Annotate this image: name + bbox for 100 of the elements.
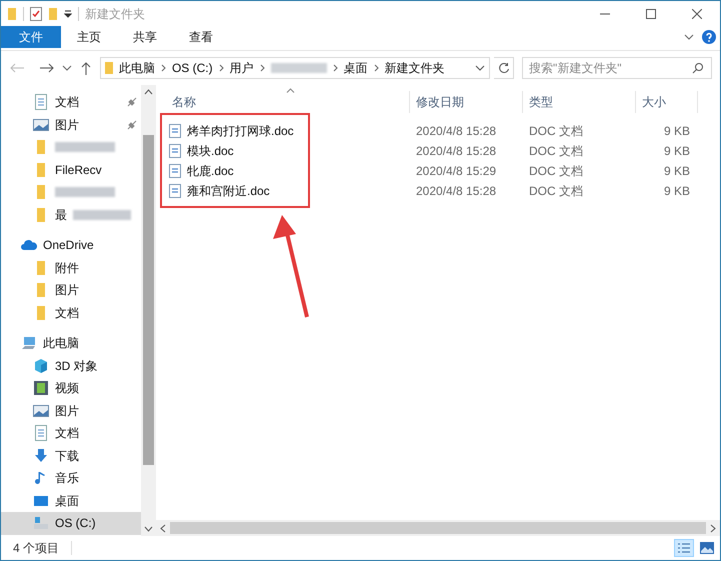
pin-icon[interactable] [127,120,137,130]
file-size: 9 KB [664,124,690,138]
ribbon-tab[interactable]: 文件 [1,26,61,48]
download-arrow-icon [33,448,49,464]
sidebar-label: 图片 [55,116,79,134]
dropdown-icon[interactable] [475,65,486,71]
address-bar[interactable]: 此电脑 OS (C:) 用户 桌面 新建文件夹 [100,57,490,79]
sidebar-label: FileRecv [55,162,102,179]
redacted-label [55,142,115,152]
sidebar-item[interactable]: FileRecv [1,158,141,181]
cube-icon [33,358,49,374]
sidebar-item[interactable]: 下载 [1,444,141,467]
document-icon [169,184,181,198]
computer-icon [21,335,37,352]
vertical-scrollbar[interactable] [141,85,156,536]
file-type: DOC 文档 [529,144,583,158]
help-icon[interactable] [702,30,716,44]
sidebar-item[interactable]: 文档 [1,302,141,324]
document-icon [169,124,181,138]
file-name[interactable]: 烤羊肉打打网球.doc [187,122,294,140]
sidebar-item[interactable]: 文档 [1,422,141,444]
sidebar-label: 桌面 [55,492,79,510]
sidebar-item[interactable]: 音乐 [1,467,141,490]
folder-icon [104,61,113,75]
file-size: 9 KB [664,144,690,158]
redacted-label [55,187,115,198]
search-field[interactable]: 搜索"新建文件夹" [522,57,712,79]
thumbnail-view-icon[interactable] [700,542,714,554]
dropdown-icon[interactable] [64,10,72,18]
document-icon [169,164,181,178]
chevron-icon [374,64,379,72]
maximize-icon [646,8,656,18]
file-size: 9 KB [664,164,690,178]
file-size: 9 KB [664,184,690,198]
chevron-icon [332,64,338,72]
sidebar-label: 音乐 [55,470,79,488]
expand-ribbon-icon[interactable] [684,34,694,40]
file-name[interactable]: 模块.doc [187,142,234,160]
document-icon [169,144,181,158]
column-header[interactable]: 类型 [523,91,636,113]
sidebar-item[interactable]: 此电脑 [1,332,141,354]
file-date: 2020/4/8 15:28 [416,124,496,138]
column-header[interactable]: 大小 [636,91,698,113]
status-text: 4 个项目 [13,540,60,557]
pin-icon[interactable] [127,97,137,108]
chevron-icon [160,64,166,72]
sidebar-label: 文档 [55,94,79,112]
file-name[interactable]: 牝鹿.doc [187,162,234,180]
up-icon[interactable] [80,61,92,75]
sidebar-label: OS (C:) [55,515,96,532]
sidebar-item[interactable]: 文档 [1,91,141,114]
ribbon-tab[interactable]: 共享 [117,26,173,48]
refresh-icon [498,62,510,74]
properties-icon[interactable] [30,6,42,20]
redacted-label [73,210,131,220]
horizontal-scrollbar[interactable] [156,520,720,536]
sidebar-item[interactable]: OS (C:) [1,512,141,534]
breadcrumb-item[interactable]: 用户 [230,59,254,77]
search-icon[interactable] [692,62,704,74]
window-title: 新建文件夹 [85,6,145,22]
column-header[interactable]: 名称 [166,91,410,113]
breadcrumb-item[interactable]: 此电脑 [118,59,155,77]
sidebar-item[interactable]: OneDrive [1,234,141,256]
recent-dropdown-icon[interactable] [62,65,72,71]
breadcrumb-item[interactable]: 桌面 [344,59,368,77]
column-header[interactable]: 修改日期 [410,91,523,113]
sidebar-item[interactable]: 图片 [1,400,141,422]
refresh-button[interactable] [494,57,514,79]
picture-icon [33,116,49,133]
sidebar-label: OneDrive [43,237,94,254]
close-icon [692,8,702,18]
sidebar-label: 文档 [55,304,79,322]
sidebar-item[interactable]: 图片 [1,114,141,136]
sidebar-label: 视频 [55,380,79,398]
sidebar-label: 附件 [55,260,79,277]
file-date: 2020/4/8 15:28 [416,144,496,158]
document-icon [33,94,49,110]
file-name[interactable]: 雍和宫附近.doc [187,182,270,200]
breadcrumb-item[interactable]: OS (C:) [172,59,213,77]
film-icon [33,380,49,396]
picture-icon [33,402,49,419]
sidebar-item[interactable]: 图片 [1,279,141,302]
scroll-left-icon[interactable] [160,524,166,532]
scroll-right-icon[interactable] [710,524,716,532]
sidebar-label: 3D 对象 [55,358,98,375]
file-date: 2020/4/8 15:28 [416,184,496,198]
sidebar-item[interactable]: 附件 [1,256,141,279]
scroll-down-icon[interactable] [144,526,153,532]
details-view-button[interactable] [674,539,694,557]
forward-icon[interactable] [38,62,54,74]
sidebar-item[interactable]: 3D 对象 [1,354,141,377]
breadcrumb-item[interactable]: 新建文件夹 [384,59,445,77]
ribbon-tab[interactable]: 主页 [61,26,117,48]
sidebar-item[interactable]: 视频 [1,377,141,400]
file-type: DOC 文档 [529,184,583,198]
document-icon [33,425,49,442]
sidebar-item[interactable]: 桌面 [1,490,141,512]
sidebar-item[interactable]: 最 [1,204,141,226]
scroll-up-icon[interactable] [144,89,153,95]
ribbon-tab[interactable]: 查看 [173,26,229,48]
